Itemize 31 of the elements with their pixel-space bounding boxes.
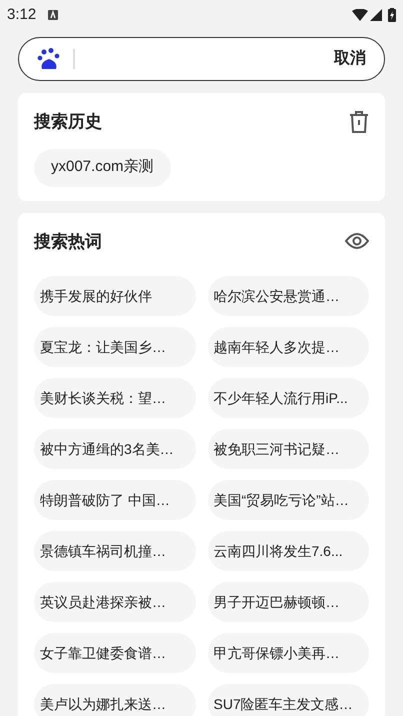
history-chip[interactable]: yx007.com亲测 [34,148,171,186]
hot-word-chip[interactable]: 被免职三河书记疑… [208,429,369,469]
hot-word-chip[interactable]: 甲亢哥保镖小美再… [208,633,369,673]
hot-word-chip[interactable]: 特朗普破防了 中国… [34,480,196,520]
hot-word-chip[interactable]: 女子靠卫健委食谱… [34,633,196,673]
battery-icon [388,8,396,22]
hot-word-chip[interactable]: 被中方通缉的3名美… [34,429,196,469]
eye-icon[interactable] [345,233,369,250]
status-time: 3:12 [7,4,36,25]
trash-icon[interactable] [349,110,369,133]
section-title: 搜索历史 [34,111,102,133]
cancel-button[interactable]: 取消 [334,47,366,71]
paw-logo-icon [37,47,61,71]
wifi-icon [352,9,368,21]
hot-word-chip[interactable]: 云南四川将发生7.6... [208,531,369,571]
hot-word-chip[interactable]: 英议员赴港探亲被… [34,582,196,622]
hot-word-chip[interactable]: 男子开迈巴赫顿顿… [208,582,369,622]
notification-icon [48,10,58,20]
signal-icon [370,9,382,21]
hot-word-chip[interactable]: 景德镇车祸司机撞… [34,531,196,571]
hot-word-chip[interactable]: 美财长谈关税：望… [34,378,196,418]
hot-word-chip[interactable]: 哈尔滨公安悬赏通… [208,276,369,316]
hot-word-chip[interactable]: 美国“贸易吃亏论”站… [208,480,369,520]
search-field[interactable]: 取消 [18,37,385,81]
hot-word-chip[interactable]: SU7险匿车主发文感… [208,684,369,716]
section-title: 搜索热词 [34,230,102,252]
hot-word-chip[interactable]: 携手发展的好伙伴 [34,276,196,316]
hot-word-chip[interactable]: 越南年轻人多次提… [208,327,369,367]
hot-word-chip[interactable]: 美卢以为娜扎来送… [34,684,196,716]
hot-word-chip[interactable]: 不少年轻人流行用iP... [208,378,369,418]
hot-word-chip[interactable]: 夏宝龙：让美国乡… [34,327,196,367]
